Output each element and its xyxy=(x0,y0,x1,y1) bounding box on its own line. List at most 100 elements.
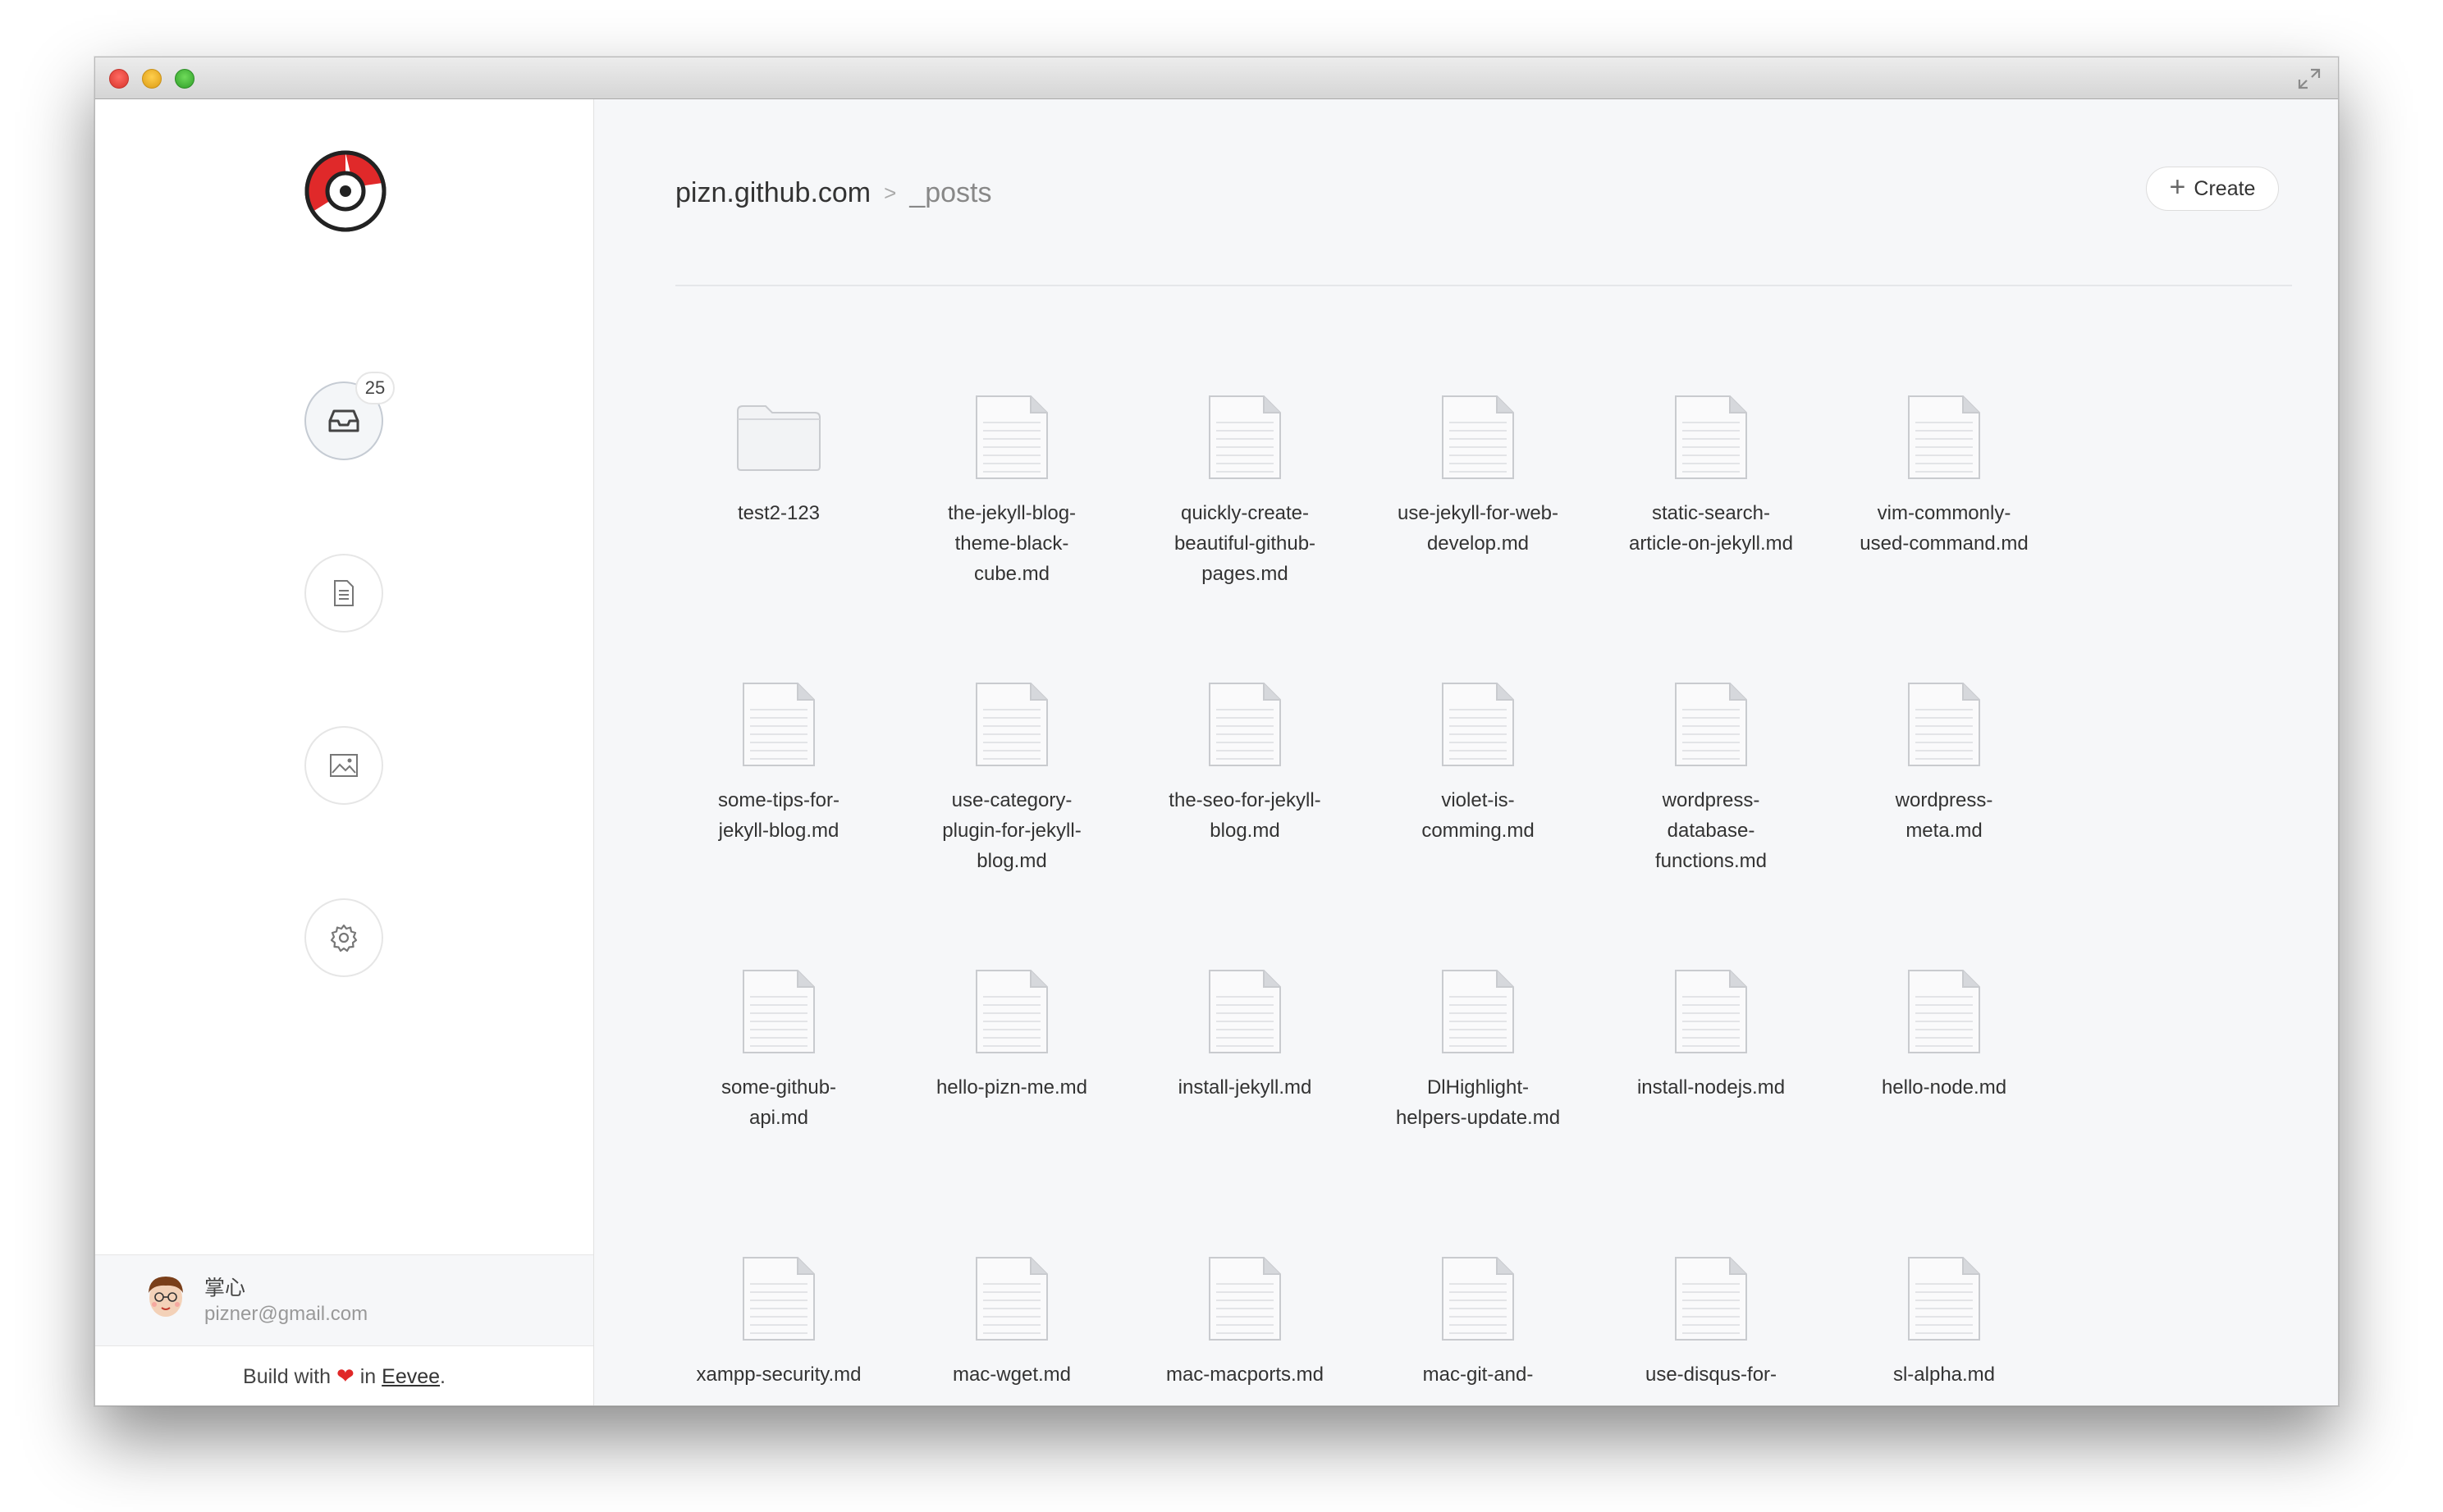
file-name: install-nodejs.md xyxy=(1636,1076,1786,1099)
file-icon xyxy=(976,395,1048,479)
file-icon xyxy=(1908,1257,1980,1341)
inbox-count-badge: 25 xyxy=(355,372,395,404)
file-item[interactable]: the-jekyll-blog- theme-black- cube.md xyxy=(913,395,1110,589)
file-item[interactable]: hello-node.md xyxy=(1846,969,2043,1103)
file-icon xyxy=(1675,395,1747,479)
file-icon xyxy=(1209,395,1281,479)
breadcrumb: pizn.github.com > _posts xyxy=(675,177,992,209)
file-name: the-seo-for-jekyll- blog.md xyxy=(1169,789,1321,842)
file-item[interactable]: the-seo-for-jekyll- blog.md xyxy=(1146,682,1343,846)
file-item[interactable]: mac-wget.md xyxy=(913,1256,1110,1390)
file-icon xyxy=(1442,970,1514,1053)
close-window-button[interactable] xyxy=(109,69,129,89)
file-name: sl-alpha.md xyxy=(1892,1364,1996,1386)
file-icon xyxy=(1442,395,1514,479)
eevee-link[interactable]: Eevee xyxy=(382,1365,440,1388)
folder-icon xyxy=(737,405,821,471)
file-icon xyxy=(1908,970,1980,1053)
file-item[interactable]: install-jekyll.md xyxy=(1146,969,1343,1103)
file-item[interactable]: use-category- plugin-for-jekyll- blog.md xyxy=(913,682,1110,876)
file-item[interactable]: DlHighlight- helpers-update.md xyxy=(1379,969,1576,1133)
document-icon xyxy=(334,580,354,606)
file-item[interactable]: some-tips-for- jekyll-blog.md xyxy=(680,682,877,846)
breadcrumb-separator: > xyxy=(884,180,897,205)
file-name: hello-pizn-me.md xyxy=(936,1076,1088,1099)
nav-documents-button[interactable] xyxy=(304,554,383,633)
file-icon xyxy=(976,683,1048,766)
file-name: vim-commonly- used-command.md xyxy=(1860,502,2029,555)
image-icon xyxy=(330,754,358,777)
file-icon xyxy=(1675,683,1747,766)
file-icon xyxy=(743,683,815,766)
file-item[interactable]: install-nodejs.md xyxy=(1613,969,1809,1103)
avatar xyxy=(149,1277,183,1317)
file-name: test2-123 xyxy=(737,502,821,524)
create-button[interactable]: + Create xyxy=(2146,167,2279,211)
title-bar xyxy=(95,57,2338,99)
footer-credit: Build with ❤ in Eevee. xyxy=(95,1346,593,1405)
breadcrumb-root[interactable]: pizn.github.com xyxy=(675,177,871,209)
file-name: mac-wget.md xyxy=(952,1364,1072,1386)
file-icon xyxy=(1209,683,1281,766)
file-name: some-github- api.md xyxy=(721,1076,837,1129)
user-name: 掌心 xyxy=(204,1277,246,1300)
file-item[interactable]: use-jekyll-for-web- develop.md xyxy=(1379,395,1576,559)
nav-inbox-button[interactable]: 25 xyxy=(304,372,395,460)
file-item[interactable]: vim-commonly- used-command.md xyxy=(1846,395,2043,559)
footer-suffix: . xyxy=(440,1365,446,1388)
file-item[interactable]: mac-git-and- xyxy=(1379,1256,1576,1390)
main-content: pizn.github.com > _posts + Create test2-… xyxy=(594,99,2338,1405)
file-item[interactable]: wordpress- meta.md xyxy=(1846,682,2043,846)
file-icon xyxy=(743,970,815,1053)
file-icon xyxy=(976,1257,1048,1341)
zoom-window-button[interactable] xyxy=(175,69,194,89)
file-icon xyxy=(1442,1257,1514,1341)
fullscreen-icon[interactable] xyxy=(2297,67,2322,90)
file-icon xyxy=(1908,683,1980,766)
file-name: the-jekyll-blog- theme-black- cube.md xyxy=(947,502,1077,585)
file-item[interactable]: some-github- api.md xyxy=(680,969,877,1133)
breadcrumb-current: _posts xyxy=(909,177,992,208)
footer-in: in xyxy=(359,1365,377,1388)
file-icon xyxy=(743,1257,815,1341)
inbox-icon xyxy=(328,409,359,432)
file-name: install-jekyll.md xyxy=(1178,1076,1312,1099)
nav-settings-button[interactable] xyxy=(304,898,383,977)
create-label: Create xyxy=(2194,176,2256,200)
nav-images-button[interactable] xyxy=(304,726,383,805)
file-item[interactable]: mac-macports.md xyxy=(1146,1256,1343,1390)
file-item[interactable]: use-disqus-for- xyxy=(1613,1256,1809,1390)
folder-item[interactable]: test2-123 xyxy=(680,403,877,528)
file-name: hello-node.md xyxy=(1881,1076,2007,1099)
heart-icon: ❤ xyxy=(336,1364,355,1388)
file-icon xyxy=(1442,683,1514,766)
file-name: static-search- article-on-jekyll.md xyxy=(1628,502,1794,555)
file-name: violet-is- comming.md xyxy=(1421,789,1535,842)
file-item[interactable]: sl-alpha.md xyxy=(1846,1256,2043,1390)
file-item[interactable]: static-search- article-on-jekyll.md xyxy=(1613,395,1809,559)
file-item[interactable]: wordpress- database- functions.md xyxy=(1613,682,1809,876)
app-logo-icon[interactable] xyxy=(304,150,387,232)
plus-icon: + xyxy=(2169,171,2186,203)
file-item[interactable]: xampp-security.md xyxy=(680,1256,877,1390)
file-item[interactable]: quickly-create- beautiful-github- pages.… xyxy=(1146,395,1343,589)
file-name: DlHighlight- helpers-update.md xyxy=(1395,1076,1561,1129)
file-name: mac-git-and- xyxy=(1422,1364,1534,1386)
user-email: pizner@gmail.com xyxy=(204,1303,368,1325)
app-window: 25 掌心 pizner@gmail.com Build with ❤ in E… xyxy=(94,57,2339,1406)
file-icon xyxy=(1675,1257,1747,1341)
file-icon xyxy=(1908,395,1980,479)
footer-prefix: Build with xyxy=(243,1365,332,1388)
user-profile[interactable]: 掌心 pizner@gmail.com xyxy=(95,1254,593,1346)
file-item[interactable]: violet-is- comming.md xyxy=(1379,682,1576,846)
file-icon xyxy=(976,970,1048,1053)
header-divider xyxy=(675,285,2292,286)
file-item[interactable]: hello-pizn-me.md xyxy=(913,969,1110,1103)
file-icon xyxy=(1209,970,1281,1053)
minimize-window-button[interactable] xyxy=(142,69,162,89)
file-name: wordpress- meta.md xyxy=(1895,789,1993,842)
file-name: use-category- plugin-for-jekyll- blog.md xyxy=(942,789,1082,872)
gear-icon xyxy=(330,924,358,952)
file-name: some-tips-for- jekyll-blog.md xyxy=(717,789,840,842)
file-name: use-disqus-for- xyxy=(1645,1364,1777,1386)
